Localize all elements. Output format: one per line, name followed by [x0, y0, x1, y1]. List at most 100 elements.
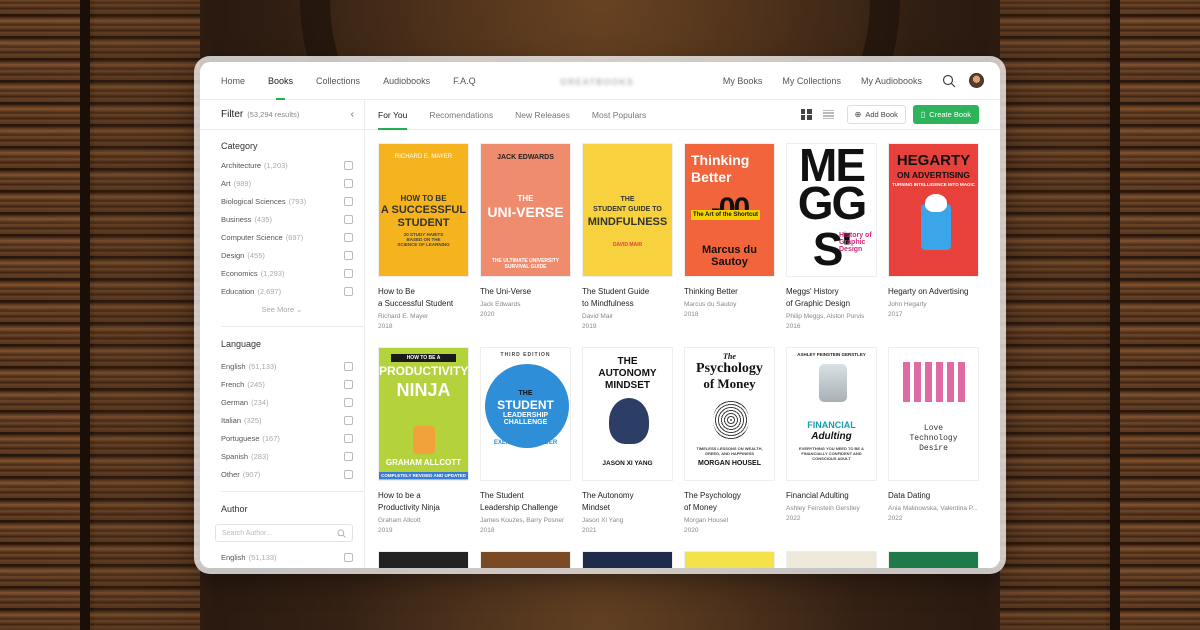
nav-my-collections[interactable]: My Collections — [782, 62, 841, 100]
tab-recomendations[interactable]: Recomendations — [429, 100, 493, 130]
author-search-input[interactable]: Search Author... — [215, 524, 353, 542]
filter-checkbox[interactable] — [344, 451, 353, 461]
nav-books[interactable]: Books — [268, 62, 293, 100]
book-title[interactable]: The Psychology of Money — [684, 490, 776, 514]
book-card[interactable]: RICHARD E. MAYER HOW TO BE A SUCCESSFUL STU… — [378, 143, 470, 330]
book-card[interactable]: HOW TO BE A PRODUCTIVITY NINJA GRAHAM ALLCO… — [378, 347, 470, 534]
add-book-button[interactable]: ⊕ Add Book — [846, 105, 906, 124]
filter-checkbox[interactable] — [344, 214, 353, 224]
filter-checkbox[interactable] — [344, 469, 353, 479]
book-card[interactable]: Thinking Better -00 The Art of the Shortcut… — [684, 143, 776, 318]
cover-text: EVERYTHING YOU NEED TO BE A FINANCIALLY … — [799, 446, 864, 461]
filter-option[interactable]: Italian (325) — [200, 411, 364, 429]
book-title[interactable]: Thinking Better — [684, 286, 776, 298]
filter-checkbox[interactable] — [344, 178, 353, 188]
book-cover[interactable] — [378, 551, 469, 568]
filter-option[interactable]: Design (455) — [200, 246, 364, 264]
book-title[interactable]: The Student Leadership Challenge — [480, 490, 572, 514]
nav-home[interactable]: Home — [221, 62, 245, 100]
cover-text: DAVID MAIR — [612, 242, 643, 248]
filter-checkbox[interactable] — [344, 552, 353, 562]
filter-option[interactable]: French (245) — [200, 375, 364, 393]
book-card[interactable]: THE STUDENT GUIDE TO MINDFULNESS DAVID MAIR… — [582, 143, 674, 330]
filter-checkbox[interactable] — [344, 361, 353, 371]
filter-option[interactable]: Biological Sciences (793) — [200, 192, 364, 210]
tab-for-you[interactable]: For You — [378, 100, 408, 130]
filter-option[interactable]: Computer Science (697) — [200, 228, 364, 246]
book-title[interactable]: The Student Guide to Mindfulness — [582, 286, 674, 310]
filter-option[interactable]: English (51,133) — [200, 357, 364, 375]
book-cover[interactable] — [888, 551, 979, 568]
book-title[interactable]: Financial Adulting — [786, 490, 878, 502]
nav-audiobooks[interactable]: Audiobooks — [383, 62, 430, 100]
book-card[interactable]: THE AUTONOMY MINDSET JASON XI YANG The Auton… — [582, 347, 674, 534]
book-card[interactable]: JACK EDWARDS THE UNI-VERSE THE ULTIMATE UNI… — [480, 143, 572, 318]
filter-option[interactable]: Economics (1,293) — [200, 264, 364, 282]
nav-collections[interactable]: Collections — [316, 62, 360, 100]
chevron-left-icon[interactable]: ‹ — [351, 109, 354, 120]
filter-option[interactable]: Spanish (283) — [200, 447, 364, 465]
list-view-icon[interactable] — [822, 109, 834, 120]
nav-my-books[interactable]: My Books — [723, 62, 763, 100]
book-card[interactable]: The Psychology of Money TIMELESS LESSONS ON… — [684, 347, 776, 534]
book-cover[interactable]: JACK EDWARDS THE UNI-VERSE THE ULTIMATE UNI… — [480, 143, 571, 277]
see-more-link[interactable]: See More ⌄ — [200, 300, 364, 322]
book-cover[interactable]: HOW TO BE A PRODUCTIVITY NINJA GRAHAM ALLCO… — [378, 347, 469, 481]
filter-checkbox[interactable] — [344, 286, 353, 296]
book-title[interactable]: Data Dating — [888, 490, 980, 502]
book-cover[interactable] — [786, 551, 877, 568]
filter-option[interactable]: German (234) — [200, 393, 364, 411]
filter-option[interactable]: English (51,133) — [200, 548, 364, 566]
filter-checkbox[interactable] — [344, 250, 353, 260]
grid-view-icon[interactable] — [800, 109, 812, 120]
create-book-button[interactable]: ▯ Create Book — [912, 105, 979, 124]
search-icon[interactable] — [942, 74, 956, 88]
filter-checkbox[interactable] — [344, 397, 353, 407]
filter-option[interactable]: Other (907) — [200, 465, 364, 483]
book-cover[interactable]: Love Technology Desire — [888, 347, 979, 481]
book-cover[interactable]: THE STUDENT GUIDE TO MINDFULNESS DAVID MAIR — [582, 143, 673, 277]
book-title[interactable]: How to be a Productivity Ninja — [378, 490, 470, 514]
filter-option[interactable]: Business (435) — [200, 210, 364, 228]
book-card[interactable]: ASHLEY FEINSTEIN GERSTLEY FINANCIAL Adulti… — [786, 347, 878, 522]
book-cover[interactable] — [582, 551, 673, 568]
book-card[interactable]: ME GG S' History of Graphic Design Meggs' Hi… — [786, 143, 878, 330]
filter-option[interactable]: Art (989) — [200, 174, 364, 192]
book-cover[interactable] — [480, 551, 571, 568]
tab-new-releases[interactable]: New Releases — [515, 100, 570, 130]
book-cover[interactable] — [684, 551, 775, 568]
filter-checkbox[interactable] — [344, 379, 353, 389]
filter-option[interactable]: Education (2,697) — [200, 282, 364, 300]
book-card[interactable]: Love Technology Desire Data Dating Ania Mali… — [888, 347, 980, 522]
tab-most-populars[interactable]: Most Populars — [592, 100, 646, 130]
book-title[interactable]: Hegarty on Advertising — [888, 286, 980, 298]
book-cover[interactable]: ASHLEY FEINSTEIN GERSTLEY FINANCIAL Adulti… — [786, 347, 877, 481]
book-cover[interactable]: HEGARTY ON ADVERTISING TURNING INTELLIGENC… — [888, 143, 979, 277]
book-title[interactable]: The Uni-Verse — [480, 286, 572, 298]
user-avatar[interactable] — [969, 73, 984, 88]
filter-checkbox[interactable] — [344, 433, 353, 443]
book-cover[interactable]: Thinking Better -00 The Art of the Shortcut… — [684, 143, 775, 277]
book-cover[interactable]: ME GG S' History of Graphic Design — [786, 143, 877, 277]
filter-checkbox[interactable] — [344, 268, 353, 278]
filter-checkbox[interactable] — [344, 196, 353, 206]
filter-checkbox[interactable] — [344, 232, 353, 242]
book-title[interactable]: The Autonomy Mindset — [582, 490, 674, 514]
book-cover[interactable]: THE AUTONOMY MINDSET JASON XI YANG — [582, 347, 673, 481]
filter-option[interactable]: Architecture (1,203) — [200, 156, 364, 174]
brand-logo[interactable]: GREATBOOKS — [560, 77, 634, 87]
book-cover[interactable]: RICHARD E. MAYER HOW TO BE A SUCCESSFUL STU… — [378, 143, 469, 277]
filter-checkbox[interactable] — [344, 160, 353, 170]
book-title[interactable]: How to Be a Successful Student — [378, 286, 470, 310]
book-cover[interactable]: THIRD EDITION THE STUDENT LEADERSHIP CHALLE… — [480, 347, 571, 481]
nav-my-audiobooks[interactable]: My Audiobooks — [861, 62, 922, 100]
cover-text: History of Graphic Design — [839, 232, 872, 253]
filter-checkbox[interactable] — [344, 415, 353, 425]
filter-option[interactable]: Portuguese (167) — [200, 429, 364, 447]
book-card[interactable]: HEGARTY ON ADVERTISING TURNING INTELLIGENC… — [888, 143, 980, 318]
book-cover[interactable]: The Psychology of Money TIMELESS LESSONS ON… — [684, 347, 775, 481]
book-card[interactable]: THIRD EDITION THE STUDENT LEADERSHIP CHALLE… — [480, 347, 572, 534]
book-title[interactable]: Meggs' History of Graphic Design — [786, 286, 878, 310]
nav-faq[interactable]: F.A.Q — [453, 62, 476, 100]
book-year: 2020 — [480, 311, 495, 318]
